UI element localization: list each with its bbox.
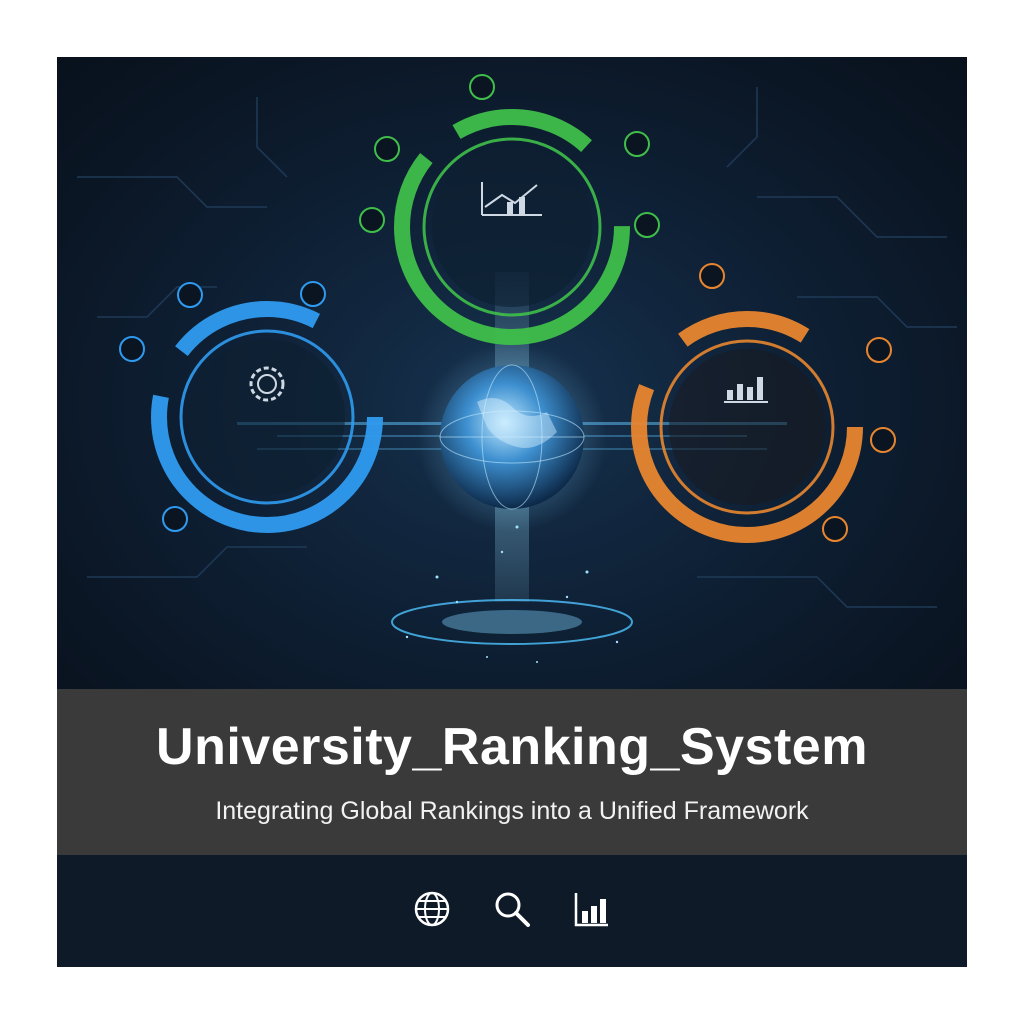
page-subtitle: Integrating Global Rankings into a Unifi…	[215, 797, 809, 825]
title-band: University_Ranking_System Integrating Gl…	[57, 689, 967, 855]
page-title: University_Ranking_System	[156, 718, 868, 776]
footer-icons	[57, 889, 967, 929]
globe-icon	[439, 364, 585, 510]
platform-glow	[442, 610, 582, 634]
bar-chart-icon[interactable]	[572, 889, 612, 929]
green-ring	[394, 109, 630, 345]
search-icon[interactable]	[492, 889, 532, 929]
blue-ring	[151, 301, 383, 533]
footer	[57, 855, 967, 967]
orange-ring	[631, 311, 863, 543]
illustration	[57, 57, 967, 689]
illustration-svg	[77, 74, 957, 663]
poster: University_Ranking_System Integrating Gl…	[57, 57, 967, 967]
globe-icon[interactable]	[412, 889, 452, 929]
